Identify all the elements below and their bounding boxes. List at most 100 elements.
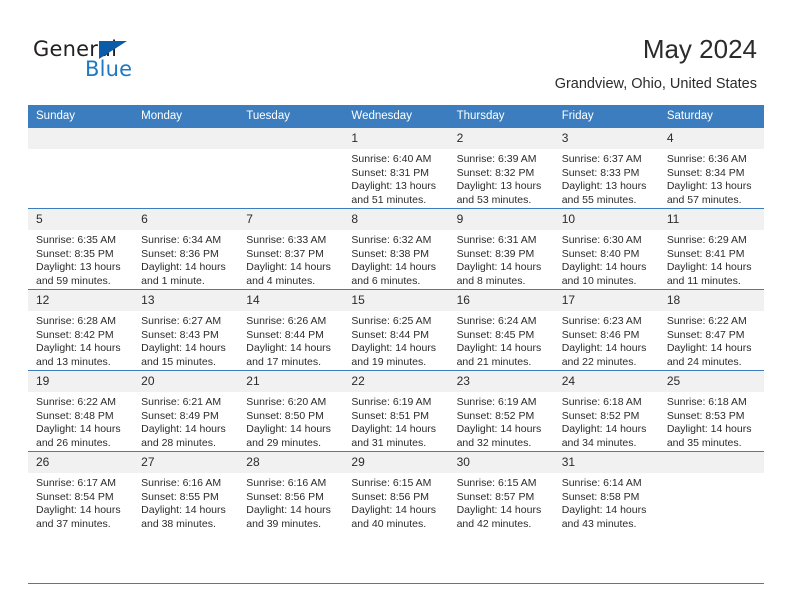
daylight-text-line1: Daylight: 14 hours (456, 423, 542, 436)
calendar-day-cell[interactable]: 6 Sunrise: 6:34 AM Sunset: 8:36 PM Daylight… (133, 208, 239, 290)
calendar-day-cell[interactable]: 20 Sunrise: 6:21 AM Sunset: 8:49 PM Dayligh… (133, 370, 239, 452)
day-details: Sunrise: 6:33 AM Sunset: 8:37 PM Daylight:… (238, 230, 343, 288)
sunrise-text: Sunrise: 6:32 AM (351, 234, 432, 246)
sunrise-text: Sunrise: 6:26 AM (246, 315, 327, 327)
calendar-week-row: 26 Sunrise: 6:17 AM Sunset: 8:54 PM Dayligh… (28, 451, 764, 532)
daylight-text-line1: Daylight: 14 hours (666, 342, 752, 355)
calendar-day-cell[interactable]: 30 Sunrise: 6:15 AM Sunset: 8:57 PM Dayligh… (448, 451, 554, 532)
sunset-text: Sunset: 8:50 PM (246, 409, 324, 422)
sunset-text: Sunset: 8:58 PM (561, 490, 640, 503)
day-number: 4 (658, 128, 764, 149)
day-details: Sunrise: 6:22 AM Sunset: 8:47 PM Daylight:… (659, 311, 764, 369)
sunset-text: Sunset: 8:41 PM (666, 247, 745, 260)
daylight-text-line1: Daylight: 14 hours (36, 423, 121, 436)
sunset-text: Sunset: 8:48 PM (36, 409, 114, 422)
calendar-day-cell[interactable]: 23 Sunrise: 6:19 AM Sunset: 8:52 PM Dayligh… (448, 370, 554, 452)
calendar-day-cell[interactable]: 11 Sunrise: 6:29 AM Sunset: 8:41 PM Dayligh… (658, 208, 764, 290)
sunset-text: Sunset: 8:52 PM (456, 409, 535, 422)
sunrise-text: Sunrise: 6:15 AM (456, 477, 537, 489)
day-details: Sunrise: 6:22 AM Sunset: 8:48 PM Daylight:… (28, 392, 133, 450)
calendar-day-cell[interactable]: 18 Sunrise: 6:22 AM Sunset: 8:47 PM Dayligh… (658, 289, 764, 371)
sunrise-text: Sunrise: 6:16 AM (141, 477, 222, 489)
calendar-day-cell[interactable]: 13 Sunrise: 6:27 AM Sunset: 8:43 PM Dayligh… (133, 289, 239, 371)
sunrise-text: Sunrise: 6:29 AM (666, 234, 747, 246)
calendar-day-cell[interactable]: 17 Sunrise: 6:23 AM Sunset: 8:46 PM Dayligh… (553, 289, 659, 371)
calendar-day-cell[interactable]: 5 Sunrise: 6:35 AM Sunset: 8:35 PM Daylight… (28, 208, 134, 290)
calendar-day-cell[interactable]: 2 Sunrise: 6:39 AM Sunset: 8:32 PM Daylight… (448, 128, 554, 209)
sunrise-text: Sunrise: 6:33 AM (246, 234, 327, 246)
day-number: 2 (448, 128, 554, 149)
day-number: 30 (448, 452, 554, 473)
day-number: 19 (28, 371, 134, 392)
daylight-text-line2: and 34 minutes. (561, 436, 637, 449)
sunset-text: Sunset: 8:54 PM (36, 490, 114, 503)
calendar-day-cell[interactable]: 25 Sunrise: 6:18 AM Sunset: 8:53 PM Dayligh… (658, 370, 764, 452)
calendar-empty-cell (28, 128, 134, 209)
daylight-text-line1: Daylight: 14 hours (36, 342, 121, 355)
day-details: Sunrise: 6:18 AM Sunset: 8:53 PM Daylight:… (659, 392, 764, 450)
day-number: 29 (343, 452, 449, 473)
calendar-day-cell[interactable]: 15 Sunrise: 6:25 AM Sunset: 8:44 PM Dayligh… (343, 289, 449, 371)
sunset-text: Sunset: 8:56 PM (351, 490, 430, 503)
day-number: 27 (133, 452, 239, 473)
day-number: 3 (553, 128, 659, 149)
calendar-day-cell[interactable]: 22 Sunrise: 6:19 AM Sunset: 8:51 PM Dayligh… (343, 370, 449, 452)
sunset-text: Sunset: 8:44 PM (246, 328, 324, 341)
day-details: Sunrise: 6:17 AM Sunset: 8:54 PM Daylight:… (28, 473, 133, 531)
calendar-day-cell[interactable]: 28 Sunrise: 6:16 AM Sunset: 8:56 PM Dayligh… (238, 451, 344, 532)
daylight-text-line2: and 43 minutes. (561, 517, 637, 530)
day-number: 24 (553, 371, 659, 392)
day-number: 20 (133, 371, 239, 392)
daylight-text-line2: and 24 minutes. (666, 355, 742, 368)
day-details: Sunrise: 6:24 AM Sunset: 8:45 PM Daylight:… (449, 311, 554, 369)
sunrise-text: Sunrise: 6:22 AM (36, 396, 116, 408)
sunset-text: Sunset: 8:53 PM (666, 409, 745, 422)
calendar-day-cell[interactable]: 8 Sunrise: 6:32 AM Sunset: 8:38 PM Daylight… (343, 208, 449, 290)
daylight-text-line2: and 29 minutes. (246, 436, 321, 449)
day-details: Sunrise: 6:19 AM Sunset: 8:52 PM Daylight:… (449, 392, 554, 450)
sunset-text: Sunset: 8:46 PM (561, 328, 640, 341)
calendar-day-cell[interactable]: 16 Sunrise: 6:24 AM Sunset: 8:45 PM Dayligh… (448, 289, 554, 371)
calendar-day-cell[interactable]: 21 Sunrise: 6:20 AM Sunset: 8:50 PM Dayligh… (238, 370, 344, 452)
calendar-day-cell[interactable]: 7 Sunrise: 6:33 AM Sunset: 8:37 PM Daylight… (238, 208, 344, 290)
day-number: 11 (658, 209, 764, 230)
day-number: 8 (343, 209, 449, 230)
calendar-day-cell[interactable]: 31 Sunrise: 6:14 AM Sunset: 8:58 PM Dayligh… (553, 451, 659, 532)
calendar-day-cell[interactable]: 9 Sunrise: 6:31 AM Sunset: 8:39 PM Daylight… (448, 208, 554, 290)
day-number: 18 (658, 290, 764, 311)
day-details: Sunrise: 6:28 AM Sunset: 8:42 PM Daylight:… (28, 311, 133, 369)
calendar-day-cell[interactable]: 12 Sunrise: 6:28 AM Sunset: 8:42 PM Dayligh… (28, 289, 134, 371)
day-number: 9 (448, 209, 554, 230)
sunset-text: Sunset: 8:44 PM (351, 328, 430, 341)
daylight-text-line1: Daylight: 14 hours (141, 423, 226, 436)
weekday-header-tuesday: Tuesday (238, 105, 344, 128)
daylight-text-line2: and 10 minutes. (561, 274, 637, 287)
day-details: Sunrise: 6:34 AM Sunset: 8:36 PM Daylight:… (133, 230, 238, 288)
day-number: 28 (238, 452, 344, 473)
calendar-day-cell[interactable]: 14 Sunrise: 6:26 AM Sunset: 8:44 PM Dayligh… (238, 289, 344, 371)
calendar-day-cell[interactable]: 24 Sunrise: 6:18 AM Sunset: 8:52 PM Dayligh… (553, 370, 659, 452)
sunrise-text: Sunrise: 6:25 AM (351, 315, 432, 327)
calendar-day-cell[interactable]: 19 Sunrise: 6:22 AM Sunset: 8:48 PM Dayligh… (28, 370, 134, 452)
general-blue-logo[interactable]: General Blue (33, 38, 233, 86)
calendar-day-cell[interactable]: 3 Sunrise: 6:37 AM Sunset: 8:33 PM Daylight… (553, 128, 659, 209)
calendar-day-cell[interactable]: 4 Sunrise: 6:36 AM Sunset: 8:34 PM Daylight… (658, 128, 764, 209)
day-number (28, 128, 134, 149)
daylight-text-line1: Daylight: 14 hours (141, 342, 226, 355)
day-details: Sunrise: 6:26 AM Sunset: 8:44 PM Daylight:… (238, 311, 343, 369)
day-details: Sunrise: 6:18 AM Sunset: 8:52 PM Daylight:… (554, 392, 659, 450)
daylight-text-line1: Daylight: 14 hours (456, 342, 542, 355)
calendar-day-cell[interactable]: 26 Sunrise: 6:17 AM Sunset: 8:54 PM Dayligh… (28, 451, 134, 532)
calendar-day-cell[interactable]: 29 Sunrise: 6:15 AM Sunset: 8:56 PM Dayligh… (343, 451, 449, 532)
daylight-text-line2: and 8 minutes. (456, 274, 526, 287)
day-details: Sunrise: 6:14 AM Sunset: 8:58 PM Daylight:… (554, 473, 659, 531)
calendar-empty-cell (238, 128, 344, 209)
daylight-text-line2: and 51 minutes. (351, 193, 427, 206)
daylight-text-line2: and 42 minutes. (456, 517, 532, 530)
calendar-day-cell[interactable]: 27 Sunrise: 6:16 AM Sunset: 8:55 PM Dayligh… (133, 451, 239, 532)
calendar-day-cell[interactable]: 1 Sunrise: 6:40 AM Sunset: 8:31 PM Daylight… (343, 128, 449, 209)
day-number: 21 (238, 371, 344, 392)
sunset-text: Sunset: 8:51 PM (351, 409, 430, 422)
calendar-day-cell[interactable]: 10 Sunrise: 6:30 AM Sunset: 8:40 PM Dayligh… (553, 208, 659, 290)
sunrise-text: Sunrise: 6:19 AM (456, 396, 537, 408)
